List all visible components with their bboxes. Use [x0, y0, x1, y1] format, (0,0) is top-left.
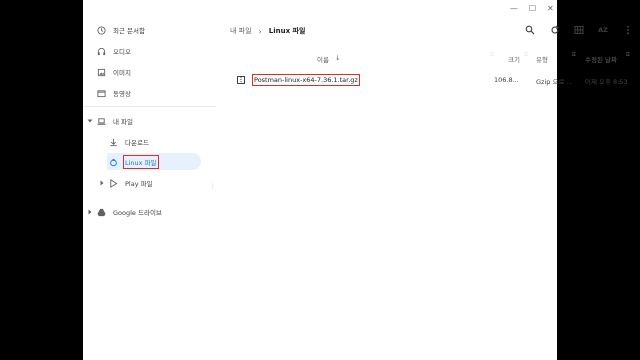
- sort-az-icon: AZ: [598, 26, 608, 34]
- grid-icon: [574, 26, 584, 34]
- table-row[interactable]: Postman-linux-x64-7.36.1.tar.gz 106.8...…: [216, 73, 628, 87]
- refresh-icon: [551, 25, 560, 34]
- chevron-right-icon: ›: [258, 26, 262, 36]
- sidebar-item-recent[interactable]: 최근 문서함: [83, 22, 216, 38]
- sidebar-item-label: Google 드라이브: [113, 209, 162, 217]
- column-resize-handle[interactable]: ⁝⁝: [626, 52, 630, 62]
- sort-arrow-down-icon: ↓: [335, 54, 341, 62]
- breadcrumb: 내 파일 › Linux 파일: [230, 26, 305, 36]
- expand-right-icon[interactable]: [99, 180, 105, 186]
- column-resize-handle[interactable]: ⁝⁝: [572, 52, 576, 62]
- minimize-icon[interactable]: —: [510, 4, 518, 13]
- column-header-type[interactable]: 유형: [536, 54, 548, 64]
- main-panel: — ☐ ✕ 내 파일 › Linux 파일 AZ 이름 ↓ ⁝⁝ 크기 ⁝⁝ 유…: [216, 0, 630, 360]
- sort-button[interactable]: AZ: [597, 24, 609, 36]
- sidebar-item-label: 다운로드: [125, 139, 149, 147]
- more-options-button[interactable]: [622, 24, 634, 36]
- sidebar-item-videos[interactable]: 동영상: [83, 85, 216, 101]
- breadcrumb-root[interactable]: 내 파일: [230, 26, 252, 36]
- column-header-modified[interactable]: 수정된 날짜: [585, 54, 617, 64]
- sidebar: 최근 문서함 오디오 이미지 동영상 내 파일 다운로드 Linux 파일 Pl…: [83, 0, 222, 360]
- breadcrumb-current: Linux 파일: [268, 27, 306, 35]
- file-size: 106.8...: [494, 76, 519, 84]
- google-drive-icon: [96, 207, 106, 217]
- sidebar-item-my-files[interactable]: 내 파일: [83, 113, 216, 129]
- search-icon: [525, 25, 535, 35]
- sidebar-item-label: Linux 파일: [123, 155, 159, 169]
- sidebar-divider: [83, 106, 216, 107]
- penguin-icon: [108, 157, 118, 167]
- sidebar-item-label: 오디오: [113, 48, 131, 56]
- sidebar-item-images[interactable]: 이미지: [83, 64, 216, 80]
- file-name[interactable]: Postman-linux-x64-7.36.1.tar.gz: [252, 74, 360, 86]
- sidebar-item-linux-files[interactable]: Linux 파일: [83, 154, 216, 170]
- search-button[interactable]: [524, 24, 536, 36]
- sidebar-item-label: Play 파일: [125, 180, 153, 188]
- sidebar-item-downloads[interactable]: 다운로드: [83, 134, 216, 150]
- refresh-button[interactable]: [549, 24, 561, 36]
- sidebar-item-audio[interactable]: 오디오: [83, 43, 216, 59]
- sidebar-item-label: 이미지: [113, 69, 131, 77]
- sidebar-item-label: 동영상: [113, 90, 131, 98]
- column-resize-handle[interactable]: ⁝⁝: [490, 52, 494, 62]
- sidebar-item-play-files[interactable]: Play 파일: [83, 175, 216, 191]
- file-modified: 어제 오후 8:53: [585, 78, 628, 86]
- column-header-size[interactable]: 크기: [508, 54, 520, 64]
- column-resize-handle[interactable]: ⁝⁝: [524, 52, 528, 62]
- download-icon: [108, 137, 118, 147]
- play-store-icon: [108, 178, 118, 188]
- expand-right-icon[interactable]: [87, 209, 93, 215]
- movie-icon: [96, 88, 106, 98]
- headphones-icon: [96, 46, 106, 56]
- more-vert-icon: [627, 25, 629, 35]
- sidebar-item-label: 내 파일: [113, 118, 134, 126]
- close-icon[interactable]: ✕: [547, 4, 554, 13]
- file-type: Gzip 으로 ...: [536, 78, 573, 86]
- expand-down-icon[interactable]: [87, 118, 93, 124]
- grid-view-button[interactable]: [573, 24, 585, 36]
- column-header-name[interactable]: 이름: [317, 54, 329, 64]
- clock-icon: [96, 25, 106, 35]
- image-icon: [96, 67, 106, 77]
- sidebar-item-label: 최근 문서함: [113, 27, 145, 35]
- files-app-window: 최근 문서함 오디오 이미지 동영상 내 파일 다운로드 Linux 파일 Pl…: [83, 0, 630, 360]
- archive-file-icon: [237, 76, 245, 84]
- laptop-icon: [96, 116, 106, 126]
- sidebar-item-google-drive[interactable]: Google 드라이브: [83, 204, 216, 220]
- maximize-icon[interactable]: ☐: [529, 4, 536, 13]
